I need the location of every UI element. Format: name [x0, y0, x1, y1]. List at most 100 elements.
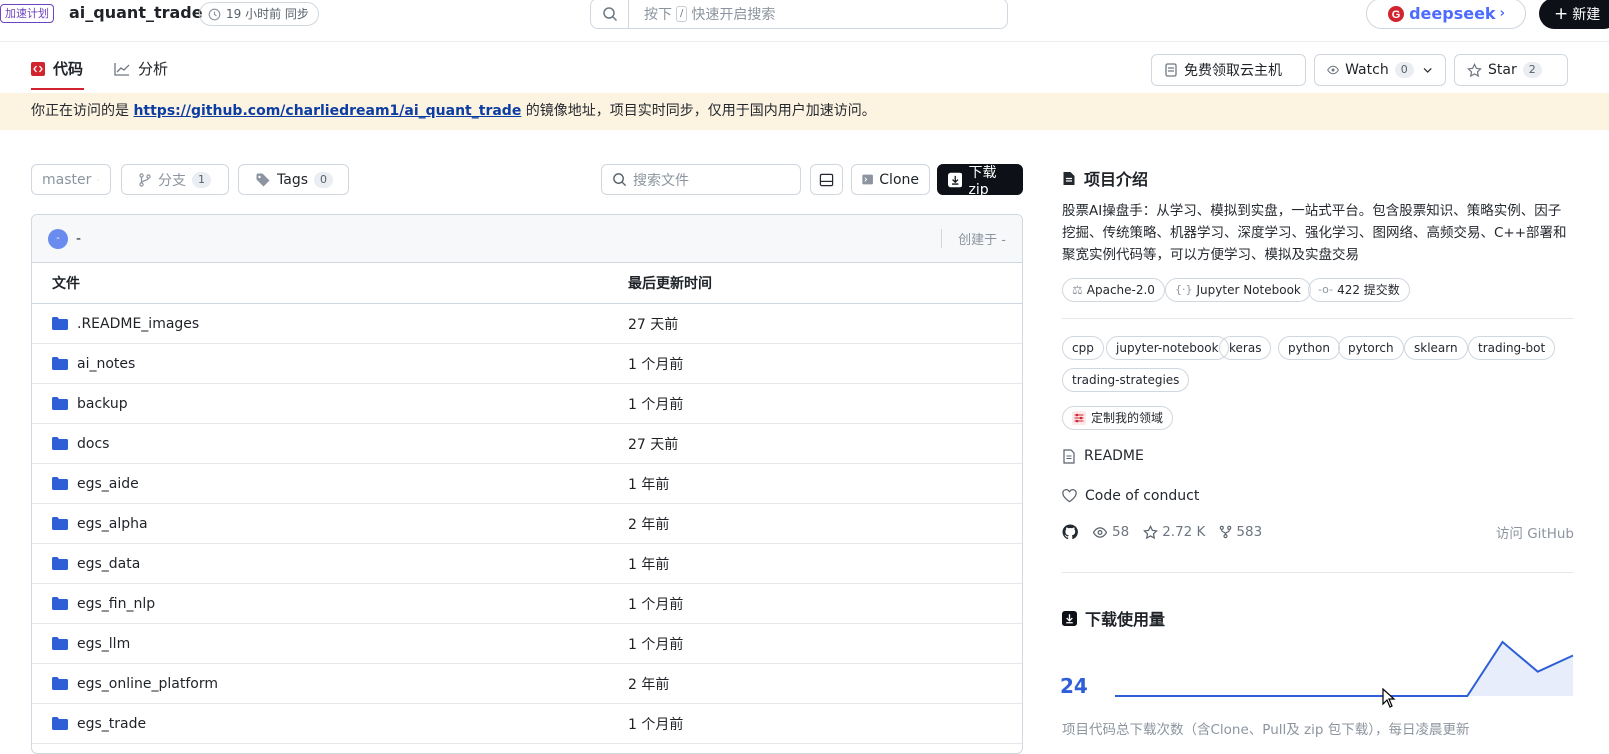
file-updated: 1 个月前	[628, 396, 684, 413]
folder-icon	[52, 477, 68, 490]
file-name-cell: docs	[32, 436, 628, 452]
customize-domain-button[interactable]: 定制我的领域	[1062, 406, 1174, 430]
repo-stats: 58 2.72 K 583 访问 GitHub	[1062, 522, 1574, 542]
chevron-right-icon: ›	[1499, 6, 1505, 21]
clone-button[interactable]: Clone	[851, 164, 930, 195]
topic-tag[interactable]: trading-strategies	[1062, 368, 1190, 392]
file-search-placeholder: 搜索文件	[633, 172, 689, 189]
file-name[interactable]: .README_images	[77, 316, 199, 332]
topic-tag[interactable]: python	[1278, 336, 1340, 360]
branches-button[interactable]: 分支 1	[121, 164, 229, 195]
banner-prefix: 你正在访问的是	[31, 103, 129, 119]
file-name[interactable]: backup	[77, 396, 128, 412]
topic-tag[interactable]: pytorch	[1338, 336, 1404, 360]
table-row[interactable]: egs_online_platform 2 年前	[32, 664, 1022, 704]
avatar[interactable]: -	[48, 228, 68, 249]
file-updated: 2 年前	[628, 516, 670, 533]
divider	[1062, 318, 1574, 319]
tags-button[interactable]: Tags 0	[238, 164, 349, 195]
search-icon	[613, 173, 627, 187]
watch-button[interactable]: Watch 0	[1314, 54, 1446, 86]
branch-select[interactable]: master	[31, 164, 111, 195]
file-name[interactable]: egs_llm	[77, 636, 130, 652]
topic-tag[interactable]: sklearn	[1404, 336, 1468, 360]
file-name[interactable]: egs_alpha	[77, 516, 148, 532]
visit-github-link[interactable]: 访问 GitHub	[1496, 522, 1574, 542]
github-icon[interactable]	[1062, 524, 1078, 540]
repo-title[interactable]: ai_quant_trade	[69, 3, 203, 22]
deepseek-button[interactable]: G deepseek ›	[1366, 0, 1526, 29]
toggle-tree-button[interactable]	[810, 164, 843, 195]
topic-tag[interactable]: keras	[1219, 336, 1272, 360]
file-name[interactable]: egs_online_platform	[77, 676, 218, 692]
file-name-cell: .README_images	[32, 316, 628, 332]
top-bar: 加速计划 ai_quant_trade 19 小时前 同步 按下 / 快速开启搜…	[0, 0, 1609, 42]
tags-count: 0	[314, 171, 333, 188]
file-name[interactable]: egs_data	[77, 556, 140, 572]
file-name[interactable]: egs_aide	[77, 476, 139, 492]
topic-tag[interactable]: trading-bot	[1468, 336, 1556, 360]
folder-icon	[52, 517, 68, 530]
forks-stat: 583	[1219, 524, 1262, 540]
table-row[interactable]: egs_aide 1 年前	[32, 464, 1022, 504]
language-text: Jupyter Notebook	[1196, 283, 1301, 297]
code-of-conduct-link[interactable]: Code of conduct	[1062, 488, 1199, 504]
branches-label: 分支	[158, 172, 186, 189]
eye-icon	[1092, 526, 1108, 538]
table-row[interactable]: backup 1 个月前	[32, 384, 1022, 424]
topic-tag[interactable]: cpp	[1062, 336, 1104, 360]
download-description: 项目代码总下载次数（含Clone、Pull及 zip 包下载），每日凌晨更新	[1062, 722, 1470, 738]
new-button[interactable]: + 新建	[1539, 0, 1609, 29]
file-name-cell: egs_llm	[32, 636, 628, 652]
mirror-source-link[interactable]: https://github.com/charliedream1/ai_quan…	[133, 103, 521, 119]
table-row[interactable]: egs_llm 1 个月前	[32, 624, 1022, 664]
fork-icon	[1220, 525, 1232, 539]
search-icon	[591, 0, 629, 28]
document-icon	[1063, 171, 1075, 185]
code-braces-icon: {·}	[1175, 283, 1193, 296]
table-row[interactable]: egs_alpha 2 年前	[32, 504, 1022, 544]
file-name[interactable]: docs	[77, 436, 109, 452]
table-row[interactable]: egs_data 1 年前	[32, 544, 1022, 584]
sparkline-area	[1115, 642, 1573, 696]
table-row[interactable]: docs 27 天前	[32, 424, 1022, 464]
file-name[interactable]: egs_trade	[77, 716, 146, 732]
table-row[interactable]: ai_notes 1 个月前	[32, 344, 1022, 384]
download-zip-button[interactable]: 下载zip	[937, 164, 1023, 198]
table-row[interactable]: egs_trade 1 个月前	[32, 704, 1022, 744]
sync-text: 19 小时前 同步	[226, 7, 309, 21]
code-icon	[31, 61, 45, 76]
watchers-count: 58	[1112, 524, 1130, 540]
chevron-down-icon[interactable]	[1422, 63, 1433, 77]
table-row[interactable]: .README_images 27 天前	[32, 304, 1022, 344]
file-name-cell: egs_data	[32, 556, 628, 572]
star-icon	[1143, 524, 1159, 539]
folder-icon	[52, 397, 68, 410]
free-cloud-host-button[interactable]: 免费领取云主机	[1151, 54, 1306, 86]
chart-icon	[114, 62, 130, 76]
table-row[interactable]: egs_fin_nlp 1 个月前	[32, 584, 1022, 624]
latest-commit-row: - - 创建于 -	[32, 215, 1022, 263]
search-shortcut-key: /	[676, 5, 688, 22]
sync-status[interactable]: 19 小时前 同步	[199, 2, 319, 26]
commits-pill[interactable]: -o- 422 提交数	[1308, 278, 1410, 302]
readme-link[interactable]: README	[1062, 448, 1144, 464]
language-pill[interactable]: {·} Jupyter Notebook	[1165, 278, 1311, 302]
global-search[interactable]: 按下 / 快速开启搜索	[590, 0, 1008, 29]
license-pill[interactable]: ⚖ Apache-2.0	[1062, 278, 1165, 302]
free-cloud-host-label: 免费领取云主机	[1184, 63, 1282, 79]
tab-analysis[interactable]: 分析	[114, 58, 168, 79]
tag-icon	[256, 173, 270, 186]
file-name[interactable]: ai_notes	[77, 356, 135, 372]
file-name-cell: egs_online_platform	[32, 676, 628, 692]
file-updated: 2 年前	[628, 676, 670, 693]
file-search-input[interactable]: 搜索文件	[601, 164, 801, 195]
topic-tag[interactable]: jupyter-notebook	[1106, 336, 1229, 360]
sidebar-layout-icon	[819, 173, 834, 186]
file-name[interactable]: egs_fin_nlp	[77, 596, 155, 612]
star-button[interactable]: Star 2	[1454, 54, 1568, 86]
tab-code[interactable]: 代码	[31, 58, 83, 79]
plan-badge[interactable]: 加速计划	[0, 4, 54, 23]
commit-message[interactable]: -	[76, 231, 81, 247]
project-description: 股票AI操盘手：从学习、模拟到实盘，一站式平台。包含股票知识、策略实例、因子挖掘…	[1062, 203, 1567, 263]
